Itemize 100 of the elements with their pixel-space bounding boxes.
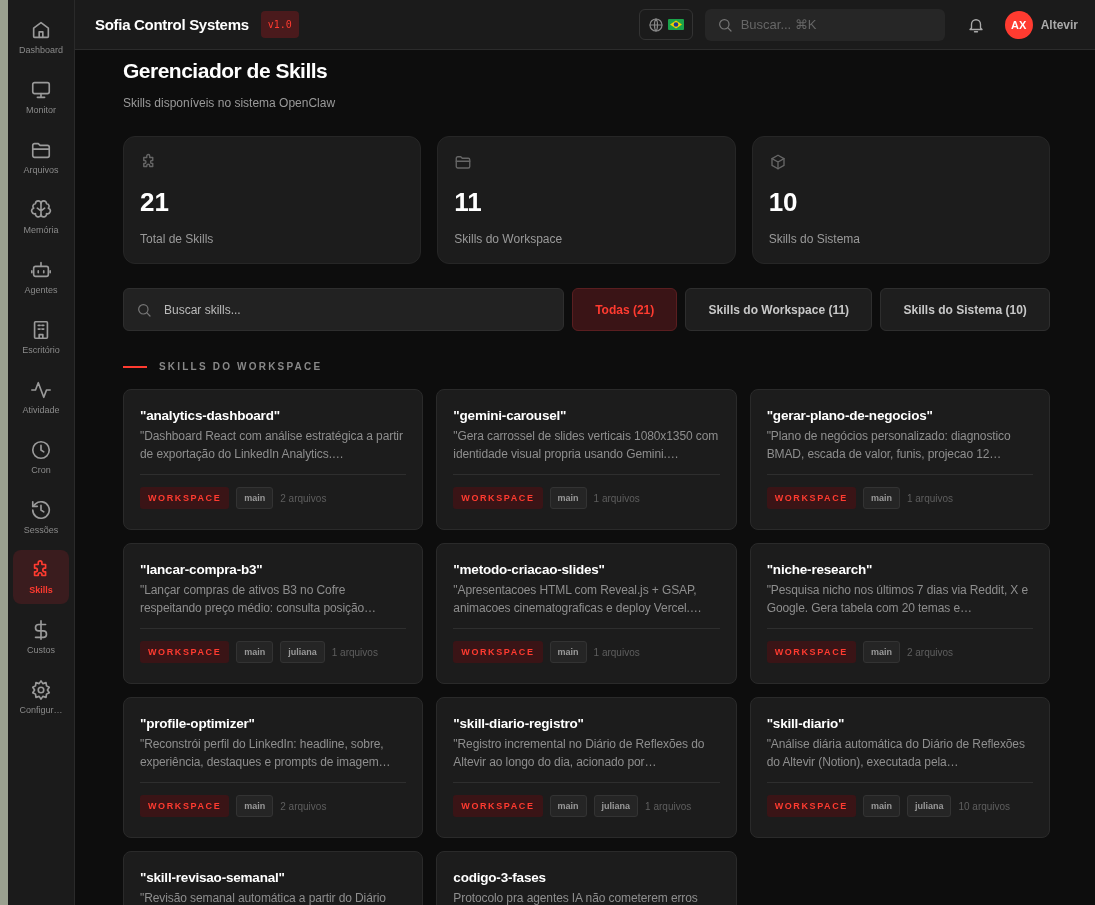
- skill-card[interactable]: codigo-3-fases Protocolo pra agentes IA não cometerem erros: [436, 851, 737, 905]
- skill-description: Protocolo pra agentes IA não cometerem erros: [453, 890, 699, 905]
- skill-name: "niche-research": [766, 562, 874, 577]
- skill-card[interactable]: "metodo-criacao-slides" "Apresentacoes HTML com Reveal.js + GSAP, animacoes cinematograficas e deploy Vercel.… WORKSPACE main 1 arquivos: [436, 543, 737, 684]
- branch-tag: main: [549, 487, 587, 509]
- branch-tag: main: [236, 641, 274, 663]
- skill-description: "Lançar compras de ativos B3 no Cofre respeitando preço médio: consulta posição…: [140, 582, 377, 617]
- page-title: Gerenciador de Skills: [123, 59, 328, 83]
- skill-description: "Plano de negócios personalizado: diagnostico BMAD, escada de valor, funis, projecao 12…: [766, 428, 1012, 463]
- sidebar-item[interactable]: Escritório: [13, 310, 69, 364]
- sidebar-item[interactable]: Atividade: [13, 370, 69, 424]
- history-icon: [30, 499, 52, 521]
- app-title: Sofia Control Systems: [95, 16, 249, 33]
- skill-card[interactable]: "lancar-compra-b3" "Lançar compras de ativos B3 no Cofre respeitando preço médio: consulta posição… WORKSPACE main juliana 1 arquivos: [123, 543, 424, 684]
- skill-name: "gerar-plano-de-negocios": [766, 408, 934, 423]
- file-count: 1 arquivos: [593, 646, 640, 658]
- skill-name: "profile-optimizer": [140, 716, 256, 731]
- skill-description: "Revisão semanal automática a partir do Diário: [140, 890, 387, 905]
- folder-icon: [454, 153, 473, 171]
- sidebar-item[interactable]: Skills: [13, 550, 69, 604]
- filter-tab[interactable]: Skills do Sistema (10): [880, 288, 1050, 331]
- monitor-icon: [30, 79, 52, 101]
- skill-card[interactable]: "gemini-carousel" "Gera carrossel de slides verticais 1080x1350 com identidade visual propria usando Gemini.… WORKSPACE main 1 arquivos: [436, 389, 737, 530]
- skills-search-field[interactable]: Buscar skills...: [123, 288, 564, 331]
- filter-tab[interactable]: Skills do Workspace (11): [685, 288, 873, 331]
- file-count: 1 arquivos: [593, 492, 640, 504]
- stat-label: Skills do Workspace: [454, 232, 564, 246]
- branch-tag: main: [862, 641, 900, 663]
- workspace-badge: WORKSPACE: [140, 487, 230, 509]
- sidebar-item[interactable]: Arquivos: [13, 130, 69, 184]
- skill-name: "lancar-compra-b3": [140, 562, 264, 577]
- branch-tag: main: [236, 487, 274, 509]
- sidebar-item[interactable]: Agentes: [13, 250, 69, 304]
- stat-label: Total de Skills: [140, 232, 215, 246]
- skill-name: "metodo-criacao-slides": [453, 562, 606, 577]
- workspace-badge: WORKSPACE: [766, 641, 856, 663]
- workspace-badge: WORKSPACE: [766, 795, 856, 817]
- workspace-badge: WORKSPACE: [140, 641, 230, 663]
- workspace-badge: WORKSPACE: [453, 641, 543, 663]
- filter-tab[interactable]: Todas (21): [572, 288, 678, 331]
- skill-card[interactable]: "niche-research" "Pesquisa nicho nos últimos 7 dias via Reddit, X e Google. Gera tabela com 20 temas e… WORKSPACE main 2 arquivos: [749, 543, 1050, 684]
- clock-icon: [30, 439, 52, 461]
- user-name: Altevir: [1040, 17, 1078, 32]
- branch-tag: juliana: [593, 795, 639, 817]
- skill-card[interactable]: "skill-diario-registro" "Registro incremental no Diário de Reflexões do Altevir ao longo do dia, acionado por… WORKSPACE main juliana 1 arquivos: [436, 697, 737, 838]
- sidebar-item[interactable]: Memória: [13, 190, 69, 244]
- skill-name: "skill-revisao-semanal": [140, 870, 286, 885]
- branch-tag: main: [236, 795, 274, 817]
- workspace-badge: WORKSPACE: [140, 795, 230, 817]
- branch-tag: main: [549, 795, 587, 817]
- skill-description: "Reconstrói perfil do LinkedIn: headline, sobre, experiência, destaques e prompts de imagem…: [140, 736, 392, 771]
- flag-icon: [667, 19, 684, 30]
- skill-card[interactable]: "profile-optimizer" "Reconstrói perfil do LinkedIn: headline, sobre, experiência, destaques e prompts de imagem… WORKSPACE main 2 arquivos: [123, 697, 424, 838]
- skill-description: "Apresentacoes HTML com Reveal.js + GSAP, animacoes cinematograficas e deploy Vercel.…: [453, 582, 703, 617]
- sidebar-item[interactable]: Cron: [13, 430, 69, 484]
- branch-tag: juliana: [906, 795, 952, 817]
- branch-tag: main: [549, 641, 587, 663]
- skill-card[interactable]: "skill-diario" "Análise diária automática do Diário de Reflexões do Altevir (Notion), executada pela… WORKSPACE main juliana 10 arquivos: [749, 697, 1050, 838]
- workspace-badge: WORKSPACE: [453, 487, 543, 509]
- branch-tag: main: [862, 487, 900, 509]
- skill-card[interactable]: "gerar-plano-de-negocios" "Plano de negócios personalizado: diagnostico BMAD, escada de valor, funis, projecao 12… WORKSPACE main 1 arquivos: [749, 389, 1050, 530]
- workspace-badge: WORKSPACE: [766, 487, 856, 509]
- skill-name: "skill-diario": [766, 716, 846, 731]
- sidebar-item[interactable]: Monitor: [13, 70, 69, 124]
- workspace-badge: WORKSPACE: [453, 795, 543, 817]
- globe-icon: [647, 16, 664, 33]
- brain-icon: [30, 199, 52, 221]
- sidebar-item[interactable]: Configur…: [13, 670, 69, 724]
- skill-description: "Análise diária automática do Diário de Reflexões do Altevir (Notion), executada pela…: [766, 736, 1026, 771]
- skill-card[interactable]: "analytics-dashboard" "Dashboard React com análise estratégica a partir de exportação do LinkedIn Analytics.… WORKSPACE main 2 arquivos: [123, 389, 424, 530]
- file-count: 1 arquivos: [645, 800, 692, 812]
- skill-name: "gemini-carousel": [453, 408, 568, 423]
- home-icon: [30, 19, 52, 41]
- language-button[interactable]: [638, 9, 693, 40]
- file-count: 2 arquivos: [280, 800, 327, 812]
- activity-icon: [30, 379, 52, 401]
- file-count: 1 arquivos: [906, 492, 954, 504]
- file-count: 1 arquivos: [331, 646, 378, 658]
- cube-icon: [768, 153, 787, 171]
- user-avatar[interactable]: AX: [1004, 10, 1033, 39]
- stat-value: 10: [768, 187, 799, 218]
- stat-label: Skills do Sistema: [768, 232, 862, 246]
- gear-icon: [30, 679, 52, 701]
- skill-description: "Registro incremental no Diário de Reflexões do Altevir ao longo do dia, acionado por…: [453, 736, 706, 771]
- stat-value: 11: [454, 187, 483, 218]
- version-badge: v1.0: [260, 11, 299, 38]
- file-count: 2 arquivos: [906, 646, 954, 658]
- branch-tag: juliana: [280, 641, 325, 663]
- page-subtitle: Skills disponíveis no sistema OpenClaw: [123, 96, 336, 110]
- skill-name: codigo-3-fases: [453, 870, 547, 885]
- sidebar-item[interactable]: Dashboard: [13, 10, 69, 64]
- sidebar-item[interactable]: Custos: [13, 610, 69, 664]
- sidebar-item[interactable]: Sessões: [13, 490, 69, 544]
- file-count: 10 arquivos: [958, 800, 1011, 812]
- skill-name: "analytics-dashboard": [140, 408, 281, 423]
- branch-tag: main: [862, 795, 900, 817]
- section-title: SKILLS DO WORKSPACE: [159, 361, 323, 372]
- search-field[interactable]: Buscar... ⌘K: [704, 8, 945, 41]
- skill-card[interactable]: "skill-revisao-semanal" "Revisão semanal automática a partir do Diário: [123, 851, 424, 905]
- skill-name: "skill-diario-registro": [453, 716, 585, 731]
